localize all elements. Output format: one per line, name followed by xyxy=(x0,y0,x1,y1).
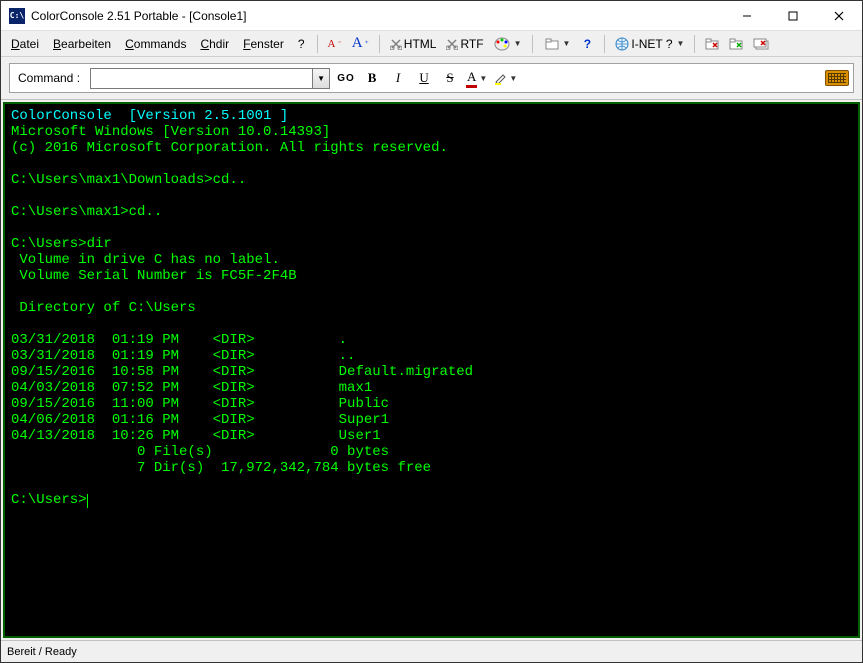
scissors-icon xyxy=(446,38,458,50)
inet-button[interactable]: I-NET ? ▼ xyxy=(611,33,688,55)
combo-dropdown-button[interactable]: ▼ xyxy=(312,68,330,89)
command-label: Command : xyxy=(14,71,84,85)
menu-fenster[interactable]: Fenster xyxy=(237,35,290,53)
minimize-icon xyxy=(742,11,752,21)
bold-button[interactable]: B xyxy=(362,68,382,88)
chevron-down-icon: ▼ xyxy=(479,74,487,83)
close-all-button[interactable] xyxy=(749,33,773,55)
font-color-button[interactable]: A ▼ xyxy=(466,68,487,88)
go-button[interactable]: GO xyxy=(336,68,356,88)
close-tab-icon xyxy=(705,38,719,50)
question-button[interactable]: ? xyxy=(576,33,598,55)
maximize-button[interactable] xyxy=(770,1,816,31)
menu-chdir[interactable]: Chdir xyxy=(194,35,235,53)
terminal[interactable]: ColorConsole [Version 2.5.1001 ] Microso… xyxy=(3,102,860,638)
strike-button[interactable]: S xyxy=(440,68,460,88)
highlight-button[interactable]: ▼ xyxy=(493,68,517,88)
marker-icon xyxy=(493,71,507,85)
command-input[interactable] xyxy=(90,68,312,89)
menu-commands[interactable]: Commands xyxy=(119,35,192,53)
app-icon: C:\ xyxy=(9,8,25,24)
window-title: ColorConsole 2.51 Portable - [Console1] xyxy=(31,9,246,23)
menu-help[interactable]: ? xyxy=(292,35,311,53)
close-tab-green-button[interactable] xyxy=(725,33,747,55)
underline-button[interactable]: U xyxy=(414,68,434,88)
command-toolbar: Command : ▼ GO B I U S A ▼ ▼ xyxy=(1,57,862,100)
keyboard-button[interactable] xyxy=(825,68,849,88)
scissors-icon xyxy=(390,38,402,50)
new-tab-button[interactable]: ▼ xyxy=(541,33,575,55)
chevron-down-icon: ▼ xyxy=(509,74,517,83)
separator xyxy=(604,35,605,53)
close-tab-red-button[interactable] xyxy=(701,33,723,55)
app-window: C:\ ColorConsole 2.51 Portable - [Consol… xyxy=(0,0,863,663)
globe-icon xyxy=(615,37,629,51)
separator xyxy=(317,35,318,53)
separator xyxy=(532,35,533,53)
chevron-down-icon: ▼ xyxy=(514,39,522,48)
maximize-icon xyxy=(788,11,798,21)
font-color-icon: A xyxy=(466,69,477,88)
menu-bearbeiten[interactable]: Bearbeiten xyxy=(47,35,117,53)
export-rtf-button[interactable]: RTF xyxy=(442,33,487,55)
tab-green-icon xyxy=(729,38,743,50)
terminal-wrap: ColorConsole [Version 2.5.1001 ] Microso… xyxy=(1,100,862,640)
italic-button[interactable]: I xyxy=(388,68,408,88)
close-icon xyxy=(834,11,844,21)
chevron-down-icon: ▼ xyxy=(563,39,571,48)
keyboard-icon xyxy=(825,70,849,86)
export-html-button[interactable]: HTML xyxy=(386,33,441,55)
minimize-button[interactable] xyxy=(724,1,770,31)
new-tab-icon xyxy=(545,38,559,50)
menu-bar: Datei Bearbeiten Commands Chdir Fenster … xyxy=(1,31,862,57)
chevron-down-icon: ▼ xyxy=(677,39,685,48)
menu-datei[interactable]: Datei xyxy=(5,35,45,53)
title-bar: C:\ ColorConsole 2.51 Portable - [Consol… xyxy=(1,1,862,31)
color-palette-button[interactable]: ▼ xyxy=(490,33,526,55)
close-all-icon xyxy=(753,38,769,50)
font-increase-button[interactable]: A⁺ xyxy=(348,33,373,55)
help-icon: ? xyxy=(584,37,591,51)
chevron-down-icon: ▼ xyxy=(317,74,325,83)
font-large-icon: A xyxy=(352,35,363,52)
command-combo[interactable]: ▼ xyxy=(90,68,330,89)
separator xyxy=(694,35,695,53)
separator xyxy=(379,35,380,53)
palette-icon xyxy=(494,37,510,51)
status-text: Bereit / Ready xyxy=(7,646,77,658)
font-small-icon: A xyxy=(328,38,336,50)
font-decrease-button[interactable]: A⁻ xyxy=(324,33,346,55)
close-button[interactable] xyxy=(816,1,862,31)
status-bar: Bereit / Ready xyxy=(1,640,862,662)
